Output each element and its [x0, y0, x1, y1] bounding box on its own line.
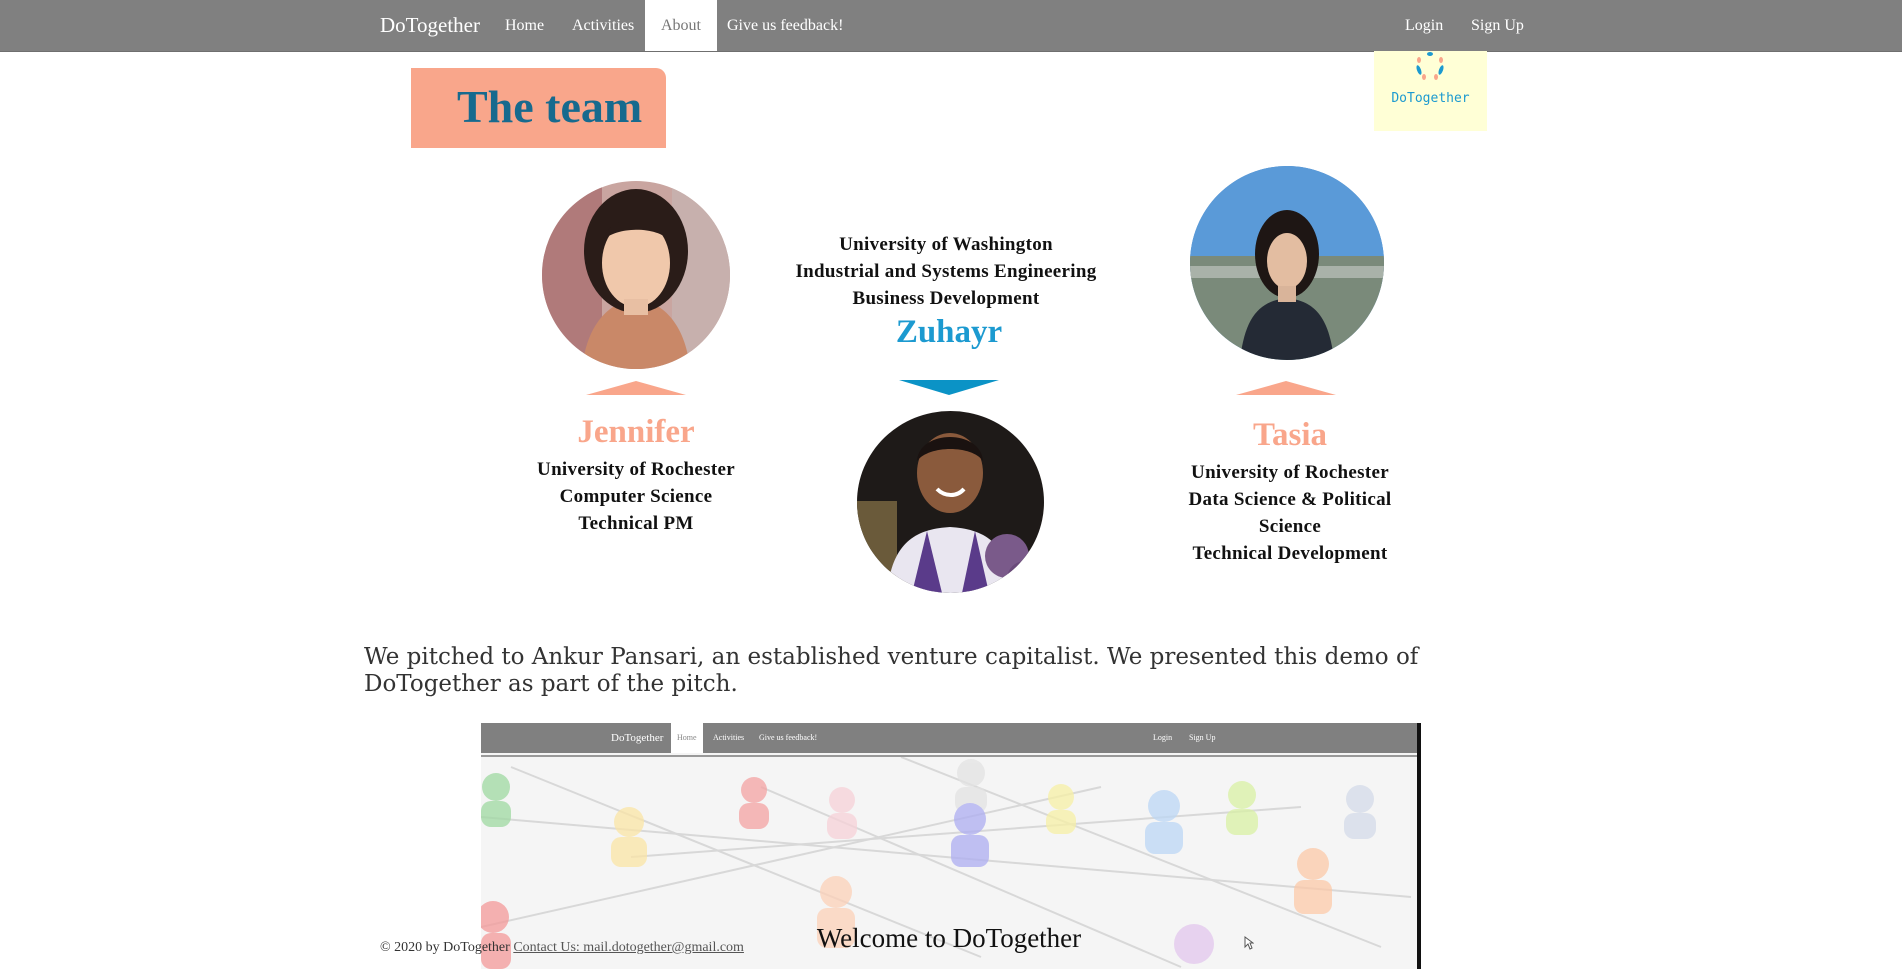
- tasia-major-line2: Science: [1258, 516, 1322, 537]
- tasia-major-line1: Data Science & Political: [1188, 489, 1392, 510]
- jennifer-pointer: [586, 381, 686, 395]
- jennifer-role: Technical PM: [578, 513, 694, 534]
- tasia-pointer: [1236, 381, 1336, 395]
- brand-link[interactable]: DoTogether: [380, 0, 480, 51]
- zuhayr-info: University of Washington Industrial and …: [776, 231, 1116, 312]
- nav-activities[interactable]: Activities: [556, 0, 650, 51]
- logo-circle-icon: [1416, 52, 1444, 80]
- tasia-school: University of Rochester: [1191, 462, 1389, 483]
- contact-link[interactable]: Contact Us: mail.dotogether@gmail.com: [513, 940, 744, 955]
- page-title: The team: [457, 81, 643, 132]
- jennifer-info: University of Rochester Computer Science…: [486, 456, 786, 537]
- zuhayr-photo: [857, 411, 1044, 593]
- footer-copyright: © 2020 by DoTogether: [380, 940, 510, 955]
- footer: © 2020 by DoTogether Contact Us: mail.do…: [380, 940, 744, 956]
- jennifer-school: University of Rochester: [537, 459, 735, 480]
- demo-signup: Sign Up: [1189, 733, 1216, 742]
- jennifer-photo: [542, 181, 730, 369]
- zuhayr-school: University of Washington: [839, 234, 1053, 255]
- demo-activities: Activities: [713, 733, 745, 742]
- demo-screenshot: DoTogether Home Activities Give us feedb…: [481, 723, 1421, 969]
- jennifer-major: Computer Science: [559, 486, 713, 507]
- top-navbar: DoTogether Home Activities About Give us…: [0, 0, 1902, 52]
- dotogether-logo: DoTogether: [1374, 51, 1487, 131]
- zuhayr-name: Zuhayr: [895, 314, 1003, 350]
- demo-navbar: DoTogether Home Activities Give us feedb…: [481, 723, 1417, 753]
- jennifer-name: Jennifer: [577, 414, 695, 450]
- logo-text: DoTogether: [1391, 91, 1470, 106]
- team-title-banner: The team: [411, 68, 666, 148]
- login-link[interactable]: Login: [1389, 0, 1459, 51]
- demo-feedback: Give us feedback!: [759, 733, 818, 742]
- zuhayr-major: Industrial and Systems Engineering: [795, 261, 1097, 282]
- demo-login: Login: [1153, 733, 1173, 742]
- demo-home: Home: [671, 723, 703, 753]
- zuhayr-role: Business Development: [852, 288, 1040, 309]
- nav-home[interactable]: Home: [489, 0, 560, 51]
- tasia-photo: [1190, 166, 1384, 360]
- nav-about[interactable]: About: [645, 0, 717, 51]
- tasia-info: University of Rochester Data Science & P…: [1140, 459, 1440, 567]
- signup-link[interactable]: Sign Up: [1455, 0, 1540, 51]
- nav-feedback[interactable]: Give us feedback!: [711, 0, 859, 51]
- zuhayr-pointer: [899, 380, 999, 395]
- tasia-name: Tasia: [1253, 417, 1327, 453]
- demo-brand: DoTogether: [611, 732, 664, 744]
- pitch-paragraph: We pitched to Ankur Pansari, an establis…: [364, 644, 1419, 697]
- tasia-role: Technical Development: [1192, 543, 1388, 564]
- mouse-cursor-icon: [1244, 936, 1254, 950]
